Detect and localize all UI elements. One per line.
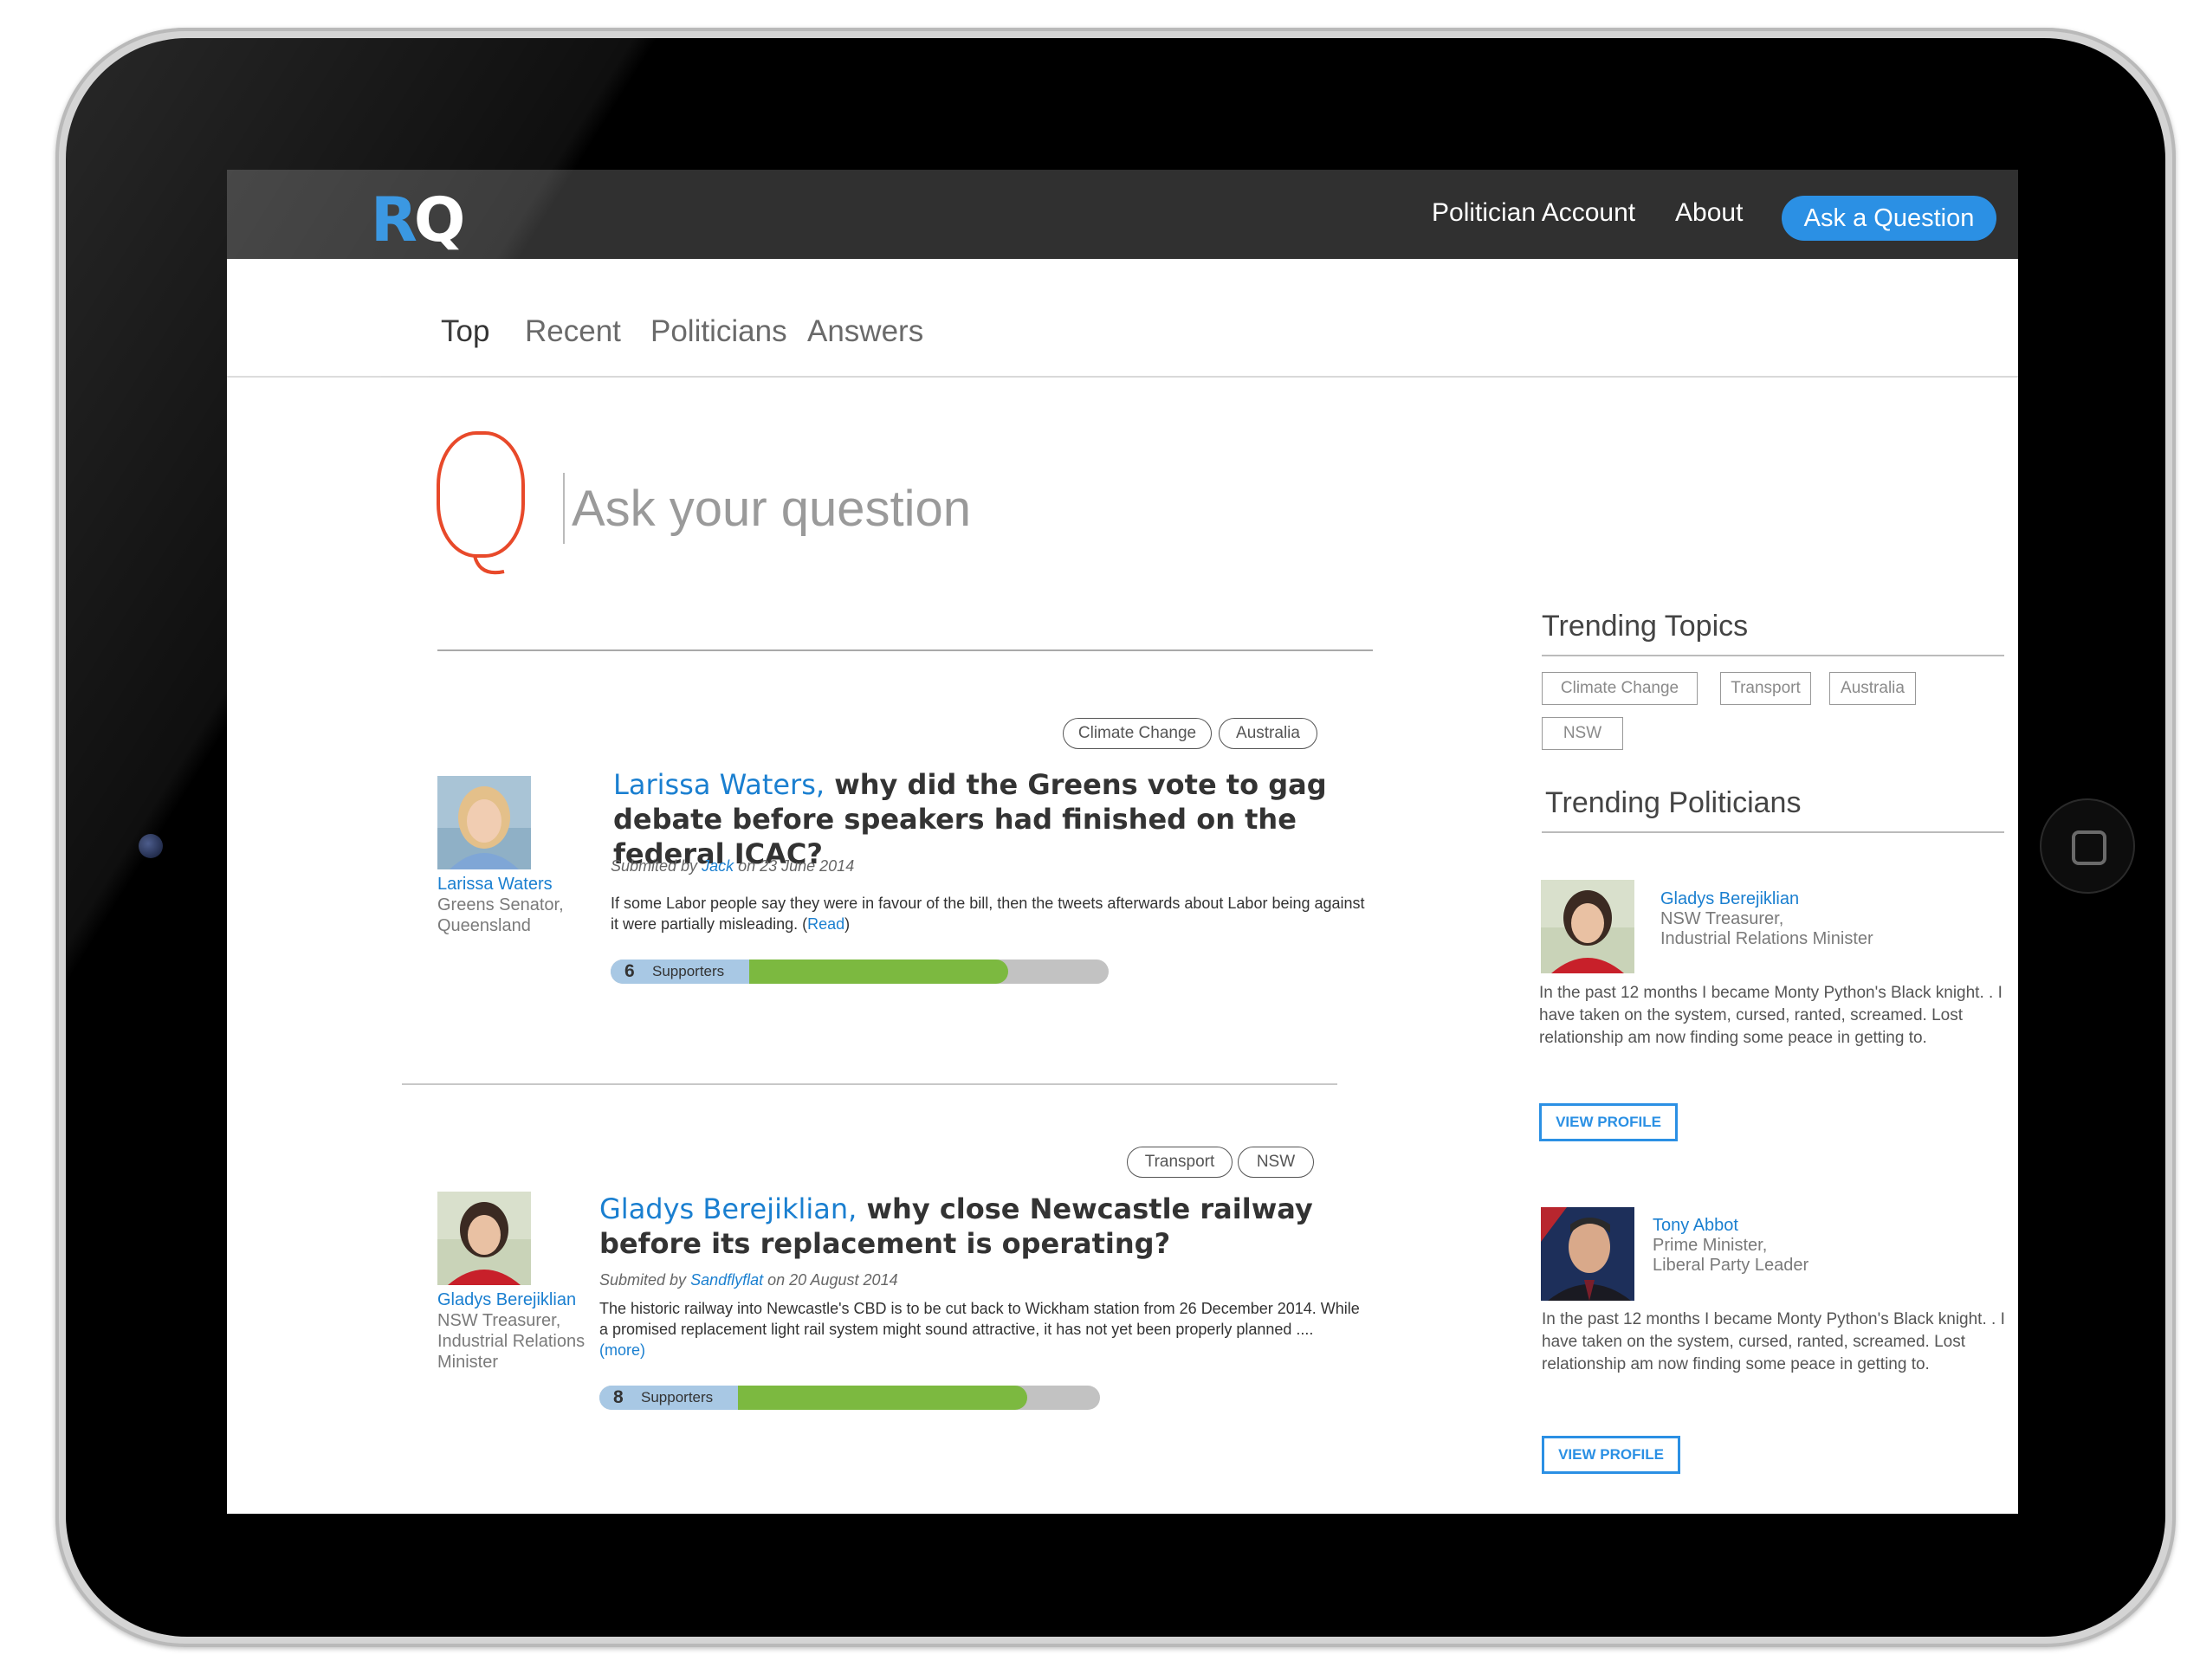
politician-role: NSW Treasurer, [1660,909,1784,928]
supporters-bar[interactable]: 6 Supporters [611,960,1109,984]
politician-role: Industrial Relations Minister [1660,929,1873,948]
politician-bio: In the past 12 months I became Monty Pyt… [1539,984,2003,1047]
logo-letter-r: R [371,184,417,255]
nav-about[interactable]: About [1675,196,1743,230]
view-profile-button[interactable]: VIEW PROFILE [1542,1436,1680,1474]
question-body: The historic railway into Newcastle's CB… [599,1298,1362,1360]
logo-letter-q: Q [413,184,465,255]
trending-topics-heading: Trending Topics [1542,610,1749,643]
question-addressee[interactable]: Gladys Berejiklian, [599,1192,857,1225]
tab-bar: Top Recent Politicians Answers [227,259,2018,378]
app-screen: RQ Politician Account About Ask a Questi… [227,170,2018,1514]
question-title[interactable]: Gladys Berejiklian, why close Newcastle … [599,1192,1344,1261]
read-more-link[interactable]: (more) [599,1341,645,1359]
question-tag[interactable]: Australia [1219,718,1317,749]
politician-bio: In the past 12 months I became Monty Pyt… [1542,1310,2005,1373]
politician-role: NSW Treasurer, Industrial Relations Mini… [437,1311,586,1372]
divider [1542,655,2004,656]
question-body-text: The historic railway into Newcastle's CB… [599,1300,1360,1338]
supporters-bar[interactable]: 8 Supporters [599,1386,1100,1410]
question-tag[interactable]: NSW [1238,1147,1314,1178]
tab-answers[interactable]: Answers [807,313,923,351]
question-body: If some Labor people say they were in fa… [611,893,1373,934]
ask-question-input[interactable] [563,473,1180,544]
top-navbar: RQ Politician Account About Ask a Questi… [227,170,2018,259]
politician-name-link[interactable]: Gladys Berejiklian [1660,888,1799,909]
submitter-link[interactable]: Jack [702,857,734,875]
supporters-count: 6 [624,961,635,981]
submitted-info: Submited by Jack on 23 June 2014 [611,856,854,876]
supporters-label: Supporters [652,963,725,979]
politician-name-link[interactable]: Larissa Waters [437,874,553,895]
question-tag[interactable]: Transport [1127,1147,1233,1178]
supporters-count: 8 [613,1387,624,1407]
ask-question-button[interactable]: Ask a Question [1782,196,1996,241]
tab-recent[interactable]: Recent [525,313,621,351]
supporters-progress [738,1386,1028,1410]
submitted-date: on 23 June 2014 [734,857,855,875]
view-profile-button[interactable]: VIEW PROFILE [1539,1103,1678,1141]
supporters-label: Supporters [641,1389,714,1405]
divider [437,649,1373,651]
submitted-date: on 20 August 2014 [763,1271,898,1289]
avatar[interactable] [437,1192,531,1285]
politician-role: Greens Senator, Queensland [437,895,564,935]
supporters-progress [749,960,1008,984]
avatar[interactable] [437,776,531,869]
avatar[interactable] [1541,1207,1634,1301]
question-tag[interactable]: Climate Change [1063,718,1212,749]
topic-tag[interactable]: NSW [1542,717,1623,750]
tab-top[interactable]: Top [441,313,489,351]
politician-role: Liberal Party Leader [1653,1256,1809,1275]
submitted-prefix: Submited by [611,857,702,875]
divider [1542,831,2004,833]
submitted-prefix: Submited by [599,1271,691,1289]
topic-tag[interactable]: Transport [1720,672,1811,705]
site-logo[interactable]: RQ [371,184,465,255]
trending-politicians-heading: Trending Politicians [1545,786,1802,819]
read-more-link[interactable]: Read [807,915,844,933]
politician-role: Prime Minister, [1653,1236,1768,1255]
question-body-end: ) [844,915,851,933]
question-body-text: If some Labor people say they were in fa… [611,895,1365,933]
question-mark-q-icon [437,431,525,575]
avatar[interactable] [1541,880,1634,973]
submitter-link[interactable]: Sandflyflat [690,1271,763,1289]
topic-tag[interactable]: Australia [1829,672,1916,705]
home-button-icon[interactable] [2040,798,2135,894]
politician-name-link[interactable]: Tony Abbot [1653,1215,1738,1236]
topic-tag[interactable]: Climate Change [1542,672,1698,705]
nav-politician-account[interactable]: Politician Account [1432,196,1635,230]
tab-politicians[interactable]: Politicians [650,313,787,351]
divider [402,1083,1337,1085]
submitted-info: Submited by Sandflyflat on 20 August 201… [599,1270,898,1290]
camera-icon [139,834,163,858]
politician-name-link[interactable]: Gladys Berejiklian [437,1289,576,1310]
question-addressee[interactable]: Larissa Waters, [613,768,825,801]
